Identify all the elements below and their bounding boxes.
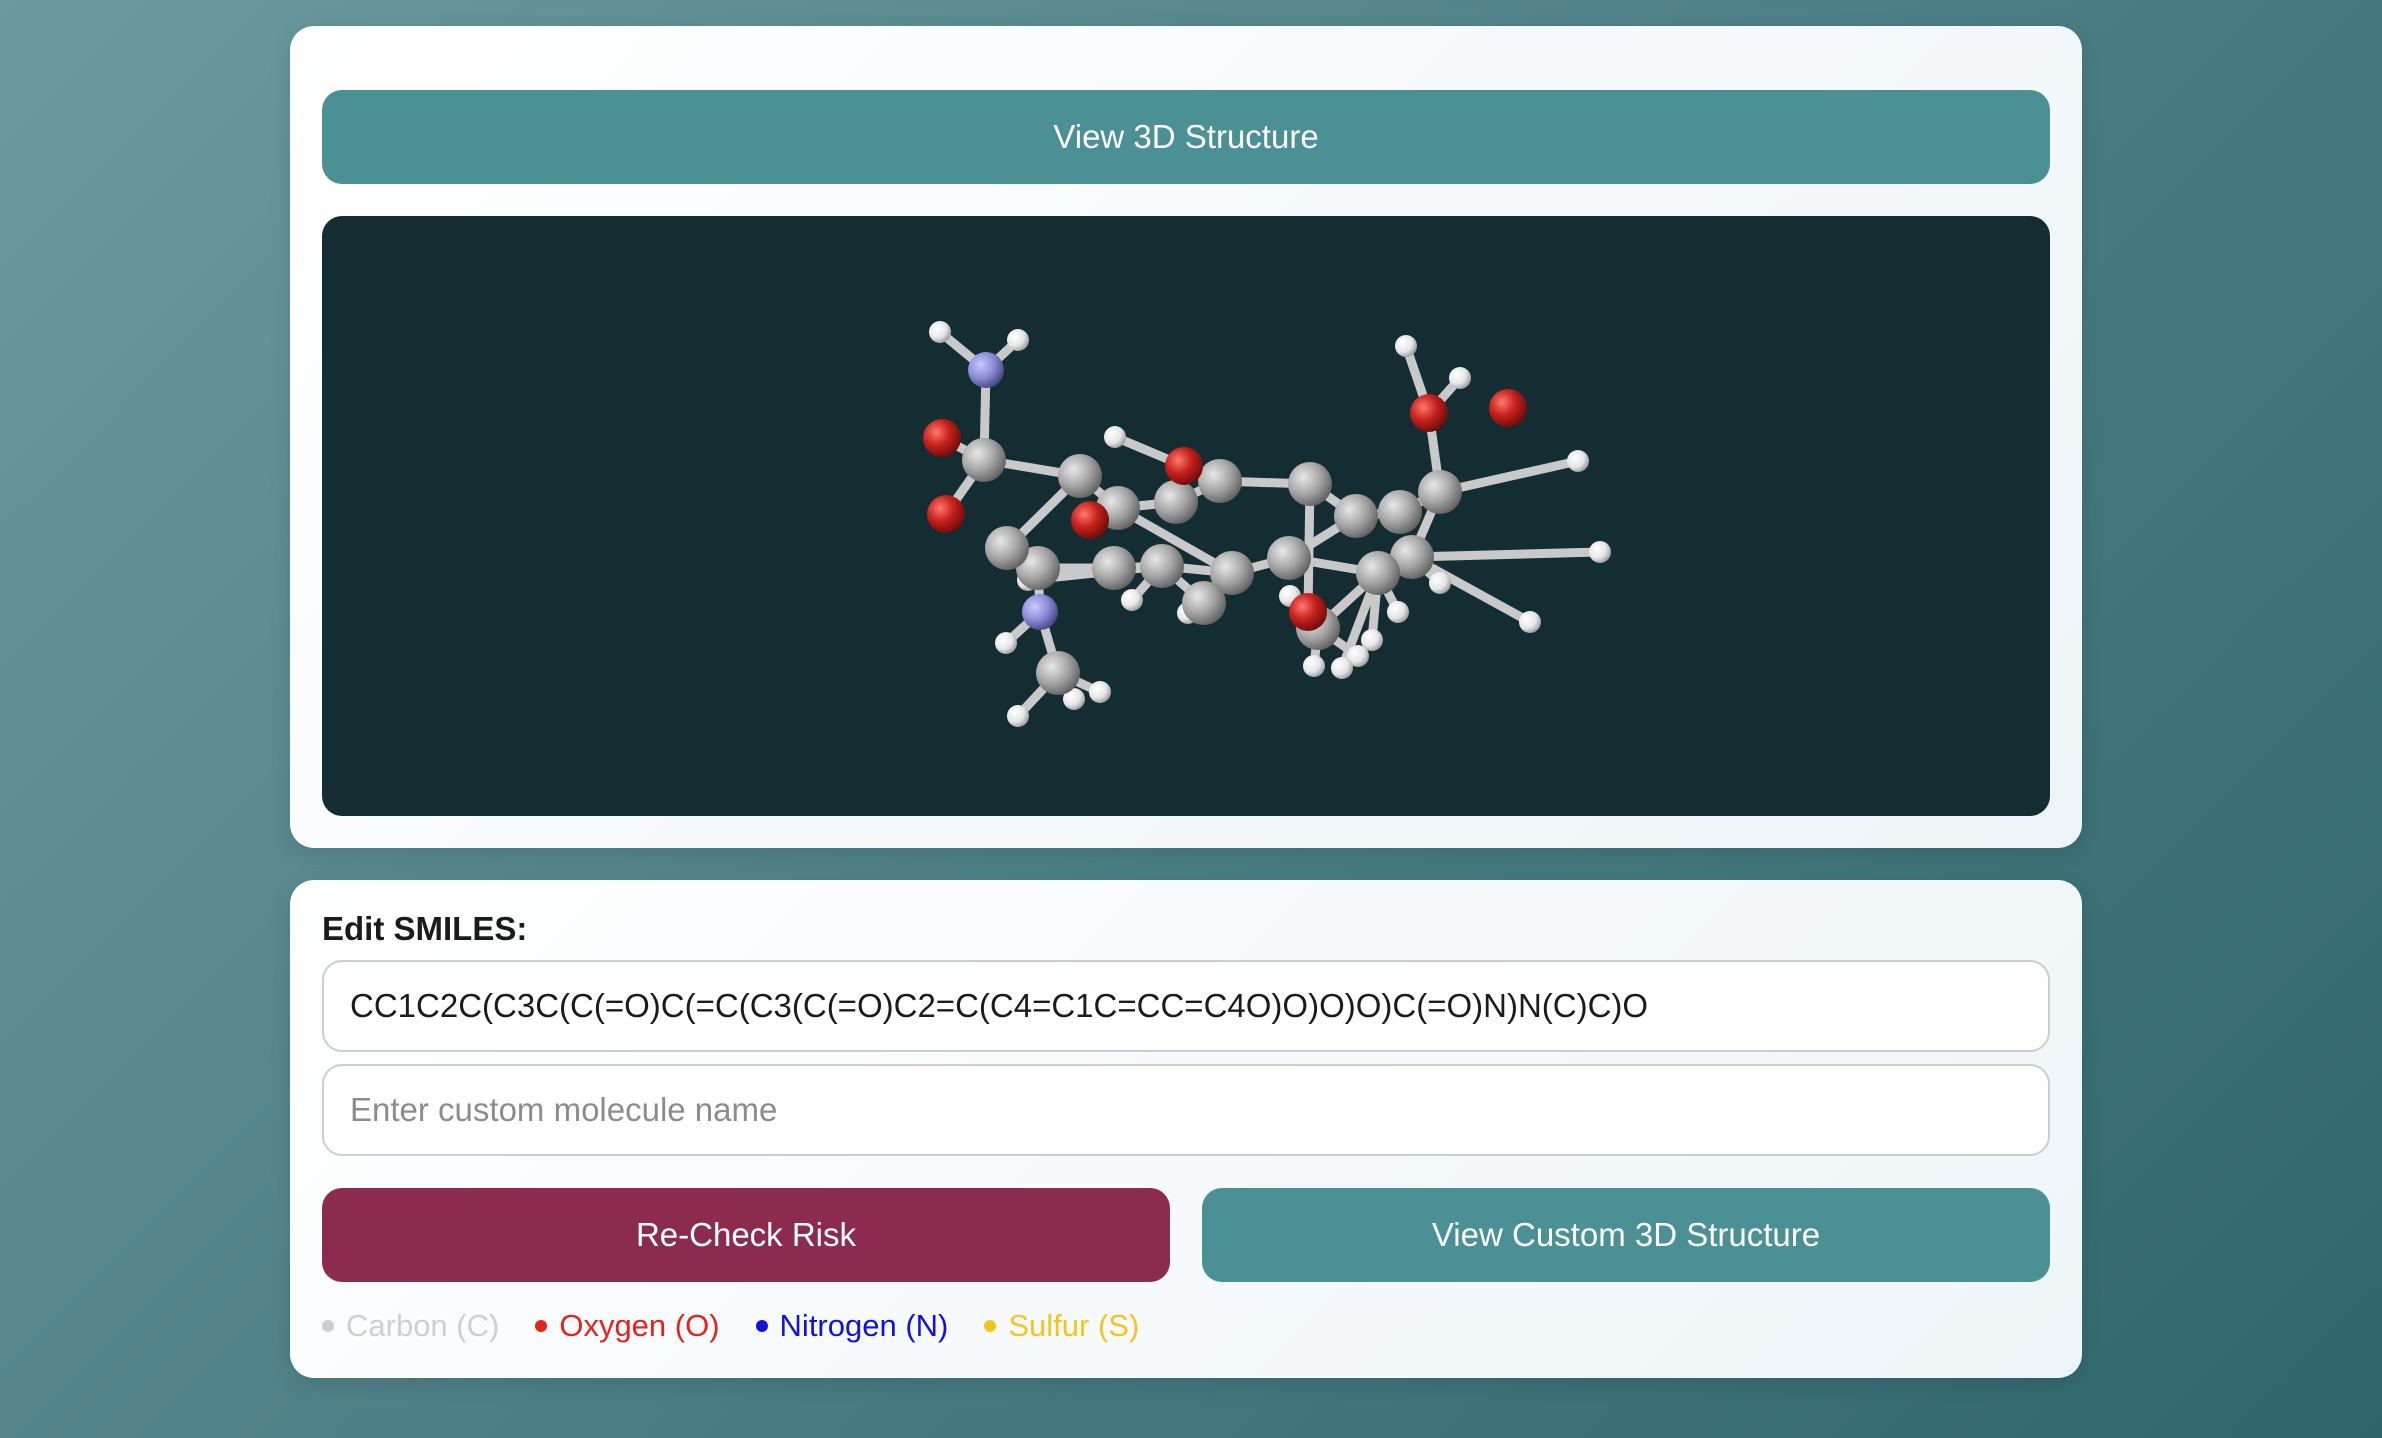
atom-n-27: [968, 352, 1004, 388]
structure-viewer-card: View 3D Structure: [290, 26, 2082, 848]
atom-h-29: [929, 321, 951, 343]
legend-item-carbon: Carbon (C): [322, 1308, 499, 1344]
atom-o-23: [1289, 593, 1327, 631]
atom-c-14: [1092, 546, 1136, 590]
atom-n-28: [1022, 594, 1058, 630]
legend-label-oxygen: Oxygen (O): [559, 1308, 720, 1343]
molecule-name-input[interactable]: [322, 1064, 2050, 1156]
recheck-risk-button[interactable]: Re-Check Risk: [322, 1188, 1170, 1282]
atom-h-43: [1089, 681, 1111, 703]
view-3d-structure-button[interactable]: View 3D Structure: [322, 90, 2050, 184]
view-custom-3d-button[interactable]: View Custom 3D Structure: [1202, 1188, 2050, 1282]
atom-legend: Carbon (C) Oxygen (O) Nitrogen (N) Sulfu…: [322, 1308, 1175, 1344]
atom-c-3: [1154, 480, 1198, 524]
molecule-canvas[interactable]: [322, 216, 2050, 816]
nitrogen-dot-icon: [755, 1320, 768, 1332]
atom-c-16: [985, 526, 1029, 570]
atom-o-26: [923, 419, 961, 457]
atom-c-0: [962, 438, 1006, 482]
molecule-3d-viewer[interactable]: [322, 216, 2050, 816]
bonds-layer: [935, 327, 1605, 721]
atom-h-33: [1449, 367, 1471, 389]
atom-h-40: [1121, 589, 1143, 611]
atom-o-24: [1410, 394, 1448, 432]
atom-h-34: [1567, 450, 1589, 472]
bond-37: [1407, 547, 1605, 562]
atom-h-30: [1007, 329, 1029, 351]
atom-h-50: [1429, 572, 1451, 594]
atom-c-6: [1334, 494, 1378, 538]
atom-c-7: [1378, 490, 1422, 534]
atom-o-22: [1165, 447, 1203, 485]
atom-o-25: [1489, 389, 1527, 427]
atom-h-49: [1331, 657, 1353, 679]
atom-c-1: [1058, 454, 1102, 498]
atom-h-31: [1104, 426, 1126, 448]
atom-h-48: [1387, 601, 1409, 623]
legend-item-oxygen: Oxygen (O): [535, 1308, 720, 1344]
atom-c-19: [1036, 651, 1080, 695]
smiles-input[interactable]: [322, 960, 2050, 1052]
atom-h-45: [1007, 705, 1029, 727]
sulfur-dot-icon: [984, 1320, 997, 1332]
atom-c-11: [1267, 536, 1311, 580]
atom-h-37: [1303, 655, 1325, 677]
atom-c-5: [1288, 462, 1332, 506]
atom-h-41: [995, 632, 1017, 654]
oxygen-dot-icon: [535, 1320, 548, 1332]
atom-h-47: [1361, 629, 1383, 651]
atom-h-36: [1519, 611, 1541, 633]
atom-o-21: [1071, 501, 1109, 539]
atom-c-17: [1182, 581, 1226, 625]
legend-item-sulfur: Sulfur (S): [984, 1308, 1139, 1344]
legend-label-sulfur: Sulfur (S): [1008, 1308, 1140, 1343]
atom-c-4: [1198, 459, 1242, 503]
smiles-label: Edit SMILES:: [322, 910, 528, 947]
atom-h-35: [1589, 541, 1611, 563]
atom-o-20: [927, 495, 965, 533]
edit-smiles-card: Edit SMILES: Re-Check Risk View Custom 3…: [290, 880, 2082, 1378]
atom-c-13: [1140, 544, 1184, 588]
atom-c-8: [1418, 470, 1462, 514]
carbon-dot-icon: [322, 1320, 334, 1332]
legend-label-nitrogen: Nitrogen (N): [779, 1308, 949, 1343]
atom-h-32: [1395, 335, 1417, 357]
legend-label-carbon: Carbon (C): [346, 1308, 500, 1343]
atom-c-10: [1356, 551, 1400, 595]
legend-item-nitrogen: Nitrogen (N): [755, 1308, 949, 1344]
